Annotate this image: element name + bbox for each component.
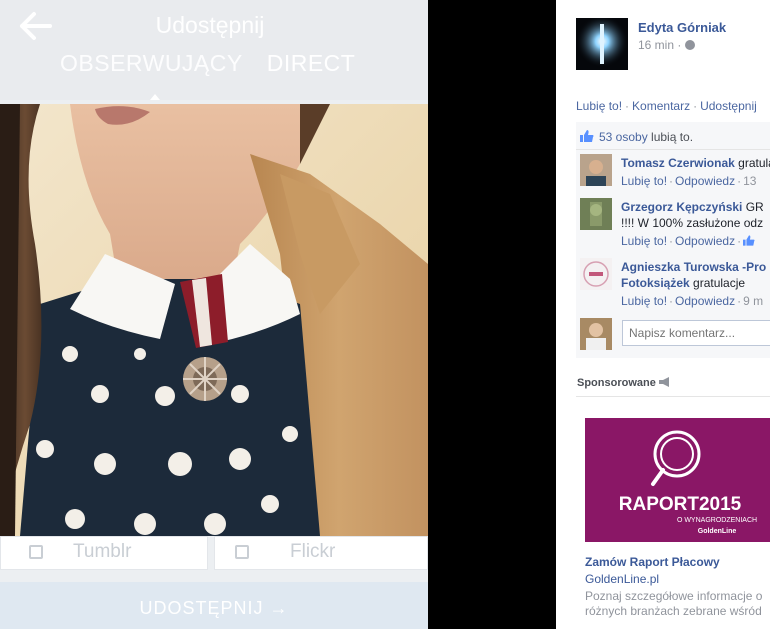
comment-text-line2: Fotoksiążek gratulacje (621, 276, 745, 290)
share-title: Udostępnij (155, 12, 265, 38)
post-actions: Lubię to! · Komentarz · Udostępnij (576, 99, 757, 113)
comment-action[interactable]: Komentarz (632, 99, 690, 113)
divider (576, 396, 770, 397)
tab-direct[interactable]: DIRECT (267, 50, 356, 80)
separator: · (693, 99, 698, 113)
likes-text: 53 osoby lubią to. (599, 130, 693, 144)
comment-time: 9 m (743, 294, 764, 308)
author-name[interactable]: Edyta Górniak (638, 20, 726, 35)
tumblr-label: Tumblr (73, 541, 132, 562)
likes-summary: 53 osoby lubią to. (576, 122, 770, 150)
commenter-name-text[interactable]: Grzegorz Kępczyński (621, 200, 742, 214)
globe-icon (685, 40, 696, 50)
like-action[interactable]: Lubię to! (576, 99, 622, 113)
share-action[interactable]: Udostępnij (700, 99, 757, 113)
sponsored-text: Sponsorowane (577, 377, 656, 389)
separator: · (669, 234, 674, 248)
commenter-avatar[interactable] (580, 258, 612, 290)
ad-description-line: różnych branżach zebrane wśród (585, 604, 762, 618)
comment-text: gratulacje (738, 156, 770, 170)
ad-image-brand-text: GoldenLine (698, 528, 737, 535)
comment-reply-link[interactable]: Odpowiedz (675, 174, 735, 188)
commenter-avatar[interactable] (580, 154, 612, 186)
photo-illustration (0, 104, 428, 536)
separator: · (669, 174, 674, 188)
commenter-name-cont[interactable]: Fotoksiążek (621, 276, 690, 290)
likes-suffix: lubią to. (647, 130, 694, 144)
comments-list: Tomasz Czerwionak gratulacje Lubię to!·O… (576, 150, 770, 358)
separator: · (669, 294, 674, 308)
write-comment (580, 316, 770, 350)
current-user-avatar (580, 318, 612, 350)
share-submit-button[interactable]: UDOSTĘPNIJ → (0, 582, 428, 629)
share-option-tumblr[interactable]: Tumblr (0, 536, 208, 570)
comment-meta: Lubię to! · Odpowiedz · (621, 234, 755, 248)
commenter-name: Grzegorz Kępczyński GR (621, 200, 764, 214)
comment-reply-link[interactable]: Odpowiedz (675, 234, 735, 248)
ad-image[interactable]: RAPORT2015 O WYNAGRODZENIACH GoldenLine (585, 418, 770, 542)
separator: · (625, 99, 630, 113)
commenter-name: Tomasz Czerwionak gratulacje (621, 156, 770, 170)
thumbs-up-icon (743, 235, 755, 246)
tab-indicator (150, 94, 160, 100)
instagram-share-panel: Udostępnij OBSERWUJĄCY DIRECT Tumblr Fli… (0, 0, 428, 629)
likes-count[interactable]: 53 osoby (599, 130, 648, 144)
facebook-post-panel: Edyta Górniak 16 min · Lubię to! · Komenta… (556, 0, 770, 629)
comment-meta: Lubię to! · Odpowiedz · 9 m (621, 294, 763, 308)
separator: · (737, 234, 742, 248)
post-time-text: 16 min · (638, 38, 682, 52)
megaphone-icon (658, 377, 669, 387)
ad-domain[interactable]: GoldenLine.pl (585, 572, 659, 586)
commenter-name-text[interactable]: Tomasz Czerwionak (621, 156, 735, 170)
share-tabs: OBSERWUJĄCY DIRECT (60, 50, 355, 80)
sponsored-label: Sponsorowane (577, 377, 671, 389)
separator: · (737, 174, 742, 188)
shared-photo (0, 104, 428, 536)
share-header: Udostępnij OBSERWUJĄCY DIRECT (0, 0, 428, 100)
comment-meta: Lubię to! · Odpowiedz · 13 (621, 174, 756, 188)
ad-image-main-text: RAPORT2015 (619, 494, 742, 515)
avatar-image (580, 258, 612, 290)
flickr-label: Flickr (290, 541, 336, 562)
commenter-name[interactable]: Agnieszka Turowska -Pro (621, 260, 766, 274)
author-avatar[interactable] (576, 18, 628, 70)
comment-reply-link[interactable]: Odpowiedz (675, 294, 735, 308)
tumblr-icon (29, 545, 43, 559)
avatar-image (576, 18, 628, 70)
share-submit-label: UDOSTĘPNIJ → (139, 598, 289, 618)
comment-text: gratulacje (689, 276, 746, 290)
share-option-flickr[interactable]: Flickr (214, 536, 428, 570)
avatar-image (580, 198, 612, 230)
ad-description-line: Poznaj szczegółowe informacje o (585, 589, 763, 603)
tab-followers[interactable]: OBSERWUJĄCY (60, 50, 243, 80)
comment-time: 13 (743, 174, 757, 188)
ad-title[interactable]: Zamów Raport Płacowy (585, 555, 720, 569)
comment-text: GR (742, 200, 764, 214)
thumbs-up-icon (580, 130, 594, 142)
comment-like-link[interactable]: Lubię to! (621, 234, 667, 248)
avatar-image (580, 318, 612, 350)
flickr-icon (235, 545, 249, 559)
commenter-avatar[interactable] (580, 198, 612, 230)
comment-like-link[interactable]: Lubię to! (621, 294, 667, 308)
ad-image-sub-text: O WYNAGRODZENIACH (677, 517, 757, 524)
avatar-image (580, 154, 612, 186)
post-time: 16 min · (638, 38, 696, 52)
comment-like-link[interactable]: Lubię to! (621, 174, 667, 188)
ad-description: Poznaj szczegółowe informacje o różnych … (585, 589, 770, 619)
comment-input[interactable] (622, 320, 770, 346)
comment-text-line2: !!!! W 100% zasłużone odz (621, 216, 764, 230)
share-options: Tumblr Flickr (0, 536, 428, 580)
ad-graphic: RAPORT2015 O WYNAGRODZENIACH GoldenLine (585, 418, 770, 542)
separator: · (737, 294, 742, 308)
screenshot-root: Udostępnij OBSERWUJĄCY DIRECT Tumblr Fli… (0, 0, 770, 629)
